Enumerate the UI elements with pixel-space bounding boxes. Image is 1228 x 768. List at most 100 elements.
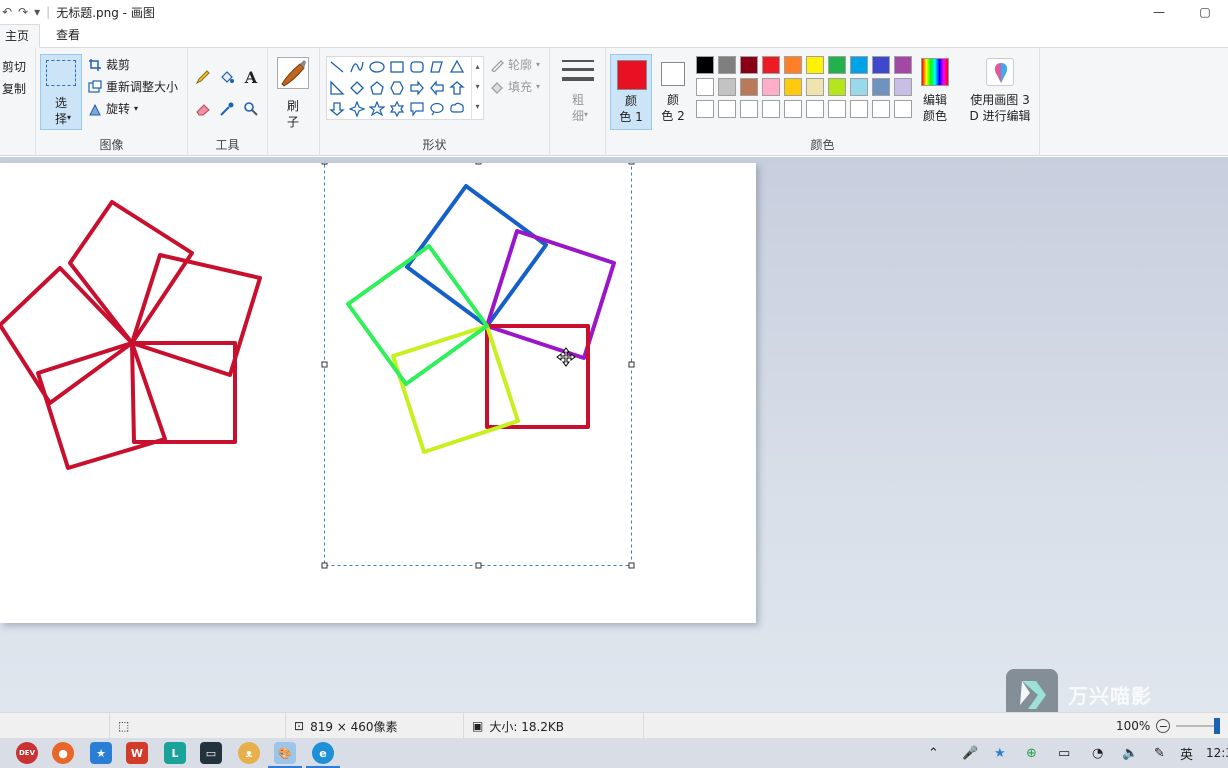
selection-handle[interactable] [321, 361, 328, 368]
palette-color-swatch[interactable] [718, 56, 736, 74]
tray-microphone-icon[interactable]: 🎤 [962, 738, 978, 768]
taskbar-app-dev-icon[interactable]: DEV [16, 742, 38, 764]
right-arrow-shape-icon[interactable] [407, 78, 427, 98]
customize-quick-access-icon[interactable]: ▾ [34, 5, 40, 19]
palette-color-swatch[interactable] [894, 56, 912, 74]
minimize-button[interactable]: — [1136, 0, 1182, 24]
palette-color-swatch[interactable] [696, 56, 714, 74]
palette-color-swatch[interactable] [894, 78, 912, 96]
taskbar-l-app-icon[interactable]: L [164, 742, 186, 764]
selection-handle[interactable] [321, 163, 328, 165]
left-arrow-shape-icon[interactable] [427, 78, 447, 98]
selection-handle[interactable] [475, 562, 482, 569]
selection-handle[interactable] [321, 562, 328, 569]
tray-network-icon[interactable]: ◔ [1092, 738, 1103, 768]
polygon-shape-icon[interactable] [427, 57, 447, 77]
taskbar-paint-icon[interactable]: 🎨 [268, 742, 302, 768]
fill-bucket-icon[interactable] [218, 68, 236, 86]
palette-color-swatch[interactable] [850, 56, 868, 74]
undo-icon[interactable]: ↶ [2, 5, 12, 19]
cloud-callout-shape-icon[interactable] [447, 99, 467, 119]
palette-color-swatch[interactable] [762, 100, 780, 118]
eraser-icon[interactable] [194, 100, 212, 118]
zoom-slider-thumb[interactable] [1214, 718, 1221, 734]
color2-button[interactable]: 颜 色 2 [652, 54, 694, 130]
palette-color-swatch[interactable] [784, 56, 802, 74]
palette-color-swatch[interactable] [740, 78, 758, 96]
palette-color-swatch[interactable] [806, 56, 824, 74]
color1-button[interactable]: 颜 色 1 [610, 54, 652, 130]
selection-handle[interactable] [628, 163, 635, 165]
tab-view[interactable]: 查看 [46, 24, 90, 48]
edit-colors-button[interactable]: 编辑 颜色 [916, 54, 954, 130]
taskbar-cat-app-icon[interactable]: ᴥ [238, 742, 260, 764]
palette-color-swatch[interactable] [784, 100, 802, 118]
five-point-star-shape-icon[interactable] [367, 99, 387, 119]
tray-overflow-icon[interactable]: ⌃ [928, 738, 939, 768]
palette-color-swatch[interactable] [806, 78, 824, 96]
outline-button[interactable]: 轮廓 ▾ [490, 56, 540, 73]
curve-shape-icon[interactable] [347, 57, 367, 77]
tray-battery-icon[interactable]: ▭ [1058, 738, 1070, 768]
shapes-scroll[interactable]: ▴ ▾ ▾ [471, 57, 483, 119]
taskbar-edge-icon[interactable]: e [306, 742, 340, 768]
redo-icon[interactable]: ↷ [18, 5, 28, 19]
palette-color-swatch[interactable] [850, 78, 868, 96]
six-point-star-shape-icon[interactable] [387, 99, 407, 119]
palette-color-swatch[interactable] [740, 56, 758, 74]
up-arrow-shape-icon[interactable] [447, 78, 467, 98]
paint3d-button[interactable]: 使用画图 3 D 进行编辑 [962, 54, 1038, 130]
selection-handle[interactable] [475, 163, 482, 165]
palette-color-swatch[interactable] [718, 78, 736, 96]
text-tool-icon[interactable]: A [242, 68, 260, 87]
triangle-shape-icon[interactable] [447, 57, 467, 77]
pentagon-shape-icon[interactable] [367, 78, 387, 98]
diamond-shape-icon[interactable] [347, 78, 367, 98]
palette-color-swatch[interactable] [740, 100, 758, 118]
palette-color-swatch[interactable] [784, 78, 802, 96]
tray-star-app-icon[interactable]: ★ [994, 738, 1006, 768]
drawing-canvas[interactable] [0, 163, 756, 623]
palette-color-swatch[interactable] [806, 100, 824, 118]
pencil-icon[interactable] [194, 68, 212, 86]
oval-callout-shape-icon[interactable] [427, 99, 447, 119]
taskbar-star-app-icon[interactable]: ★ [90, 742, 112, 764]
copy-button[interactable]: 复制 [2, 80, 26, 97]
rectangle-shape-icon[interactable] [387, 57, 407, 77]
taskbar-firefox-icon[interactable]: ● [52, 742, 74, 764]
palette-color-swatch[interactable] [828, 56, 846, 74]
palette-color-swatch[interactable] [762, 78, 780, 96]
brush-button[interactable]: 刷 子 [273, 54, 313, 130]
fill-button[interactable]: 填充 ▾ [490, 78, 540, 95]
maximize-button[interactable]: ▢ [1182, 0, 1228, 24]
four-point-star-shape-icon[interactable] [347, 99, 367, 119]
tray-ime-indicator[interactable]: 英 [1180, 738, 1193, 768]
selection-handle[interactable] [628, 562, 635, 569]
oval-shape-icon[interactable] [367, 57, 387, 77]
hexagon-shape-icon[interactable] [387, 78, 407, 98]
tray-plus-app-icon[interactable]: ⊕ [1026, 738, 1037, 768]
cut-button[interactable]: 剪切 [2, 58, 26, 75]
right-triangle-shape-icon[interactable] [327, 78, 347, 98]
palette-color-swatch[interactable] [850, 100, 868, 118]
palette-color-swatch[interactable] [696, 100, 714, 118]
palette-color-swatch[interactable] [872, 78, 890, 96]
tray-clock[interactable]: 12:3 [1206, 738, 1228, 768]
down-arrow-shape-icon[interactable] [327, 99, 347, 119]
palette-color-swatch[interactable] [828, 78, 846, 96]
crop-button[interactable]: 裁剪 [88, 56, 130, 73]
select-button[interactable]: 选 择 ▾ [40, 54, 82, 130]
selection-handle[interactable] [628, 361, 635, 368]
tray-pen-icon[interactable]: ✎ [1154, 738, 1165, 768]
rotate-button[interactable]: 旋转 ▾ [88, 100, 138, 117]
palette-color-swatch[interactable] [718, 100, 736, 118]
palette-color-swatch[interactable] [762, 56, 780, 74]
zoom-slider[interactable] [1176, 718, 1221, 734]
palette-color-swatch[interactable] [872, 100, 890, 118]
palette-color-swatch[interactable] [872, 56, 890, 74]
taskbar-terminal-icon[interactable]: ▭ [200, 742, 222, 764]
resize-button[interactable]: 重新调整大小 [88, 78, 178, 95]
palette-color-swatch[interactable] [894, 100, 912, 118]
color-picker-icon[interactable] [218, 100, 236, 118]
tray-volume-icon[interactable]: 🔈 [1122, 738, 1138, 768]
